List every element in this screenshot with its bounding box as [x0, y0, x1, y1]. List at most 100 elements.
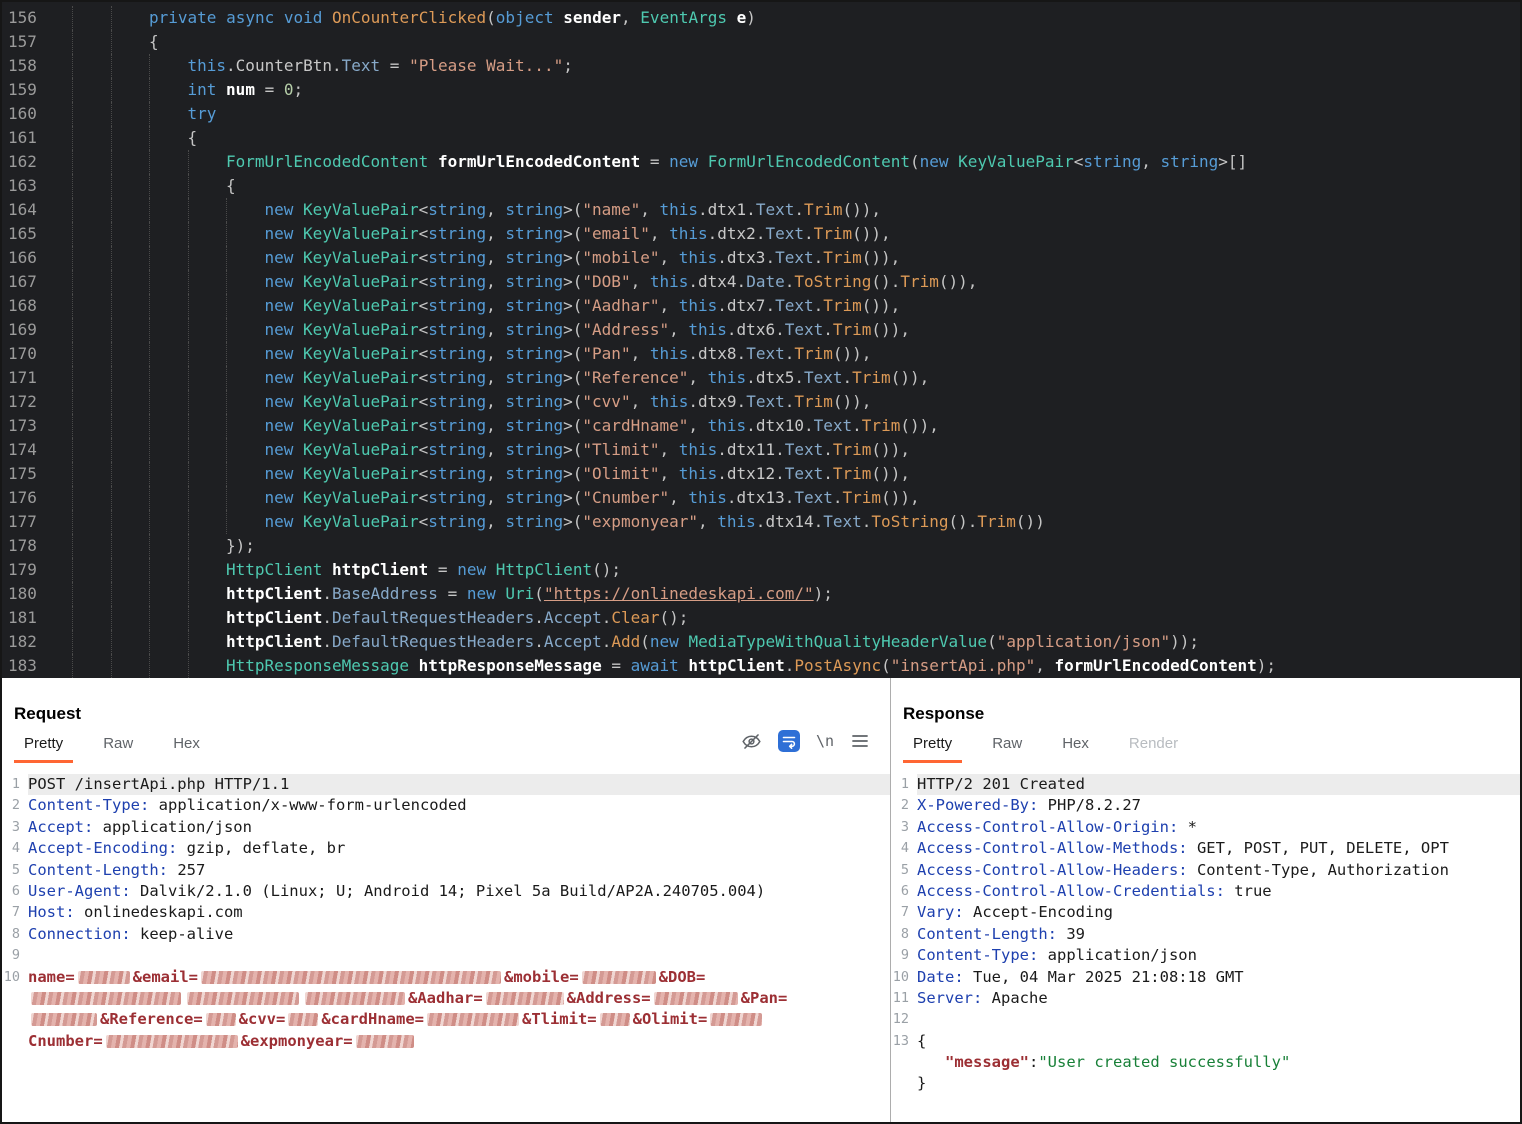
code-token: . [804, 222, 814, 246]
code-token: Text [814, 414, 853, 438]
code-token: this [188, 54, 227, 78]
code-token: , [486, 270, 505, 294]
http-line: 5Content-Length: 257 [2, 860, 890, 881]
code-token: ()), [852, 222, 891, 246]
tab-raw[interactable]: Raw [93, 732, 143, 763]
http-line-text: "message":"User created successfully" [917, 1052, 1520, 1073]
response-content[interactable]: 1HTTP/2 201 Created2X-Powered-By: PHP/8.… [891, 774, 1520, 1095]
request-content[interactable]: 1POST /insertApi.php HTTP/1.12Content-Ty… [2, 774, 890, 1052]
code-token: new [265, 294, 294, 318]
response-title: Response [891, 678, 1520, 724]
line-number: 157 [2, 30, 72, 54]
code-token: . [737, 342, 747, 366]
indent-guide [111, 270, 150, 294]
indent-guide [149, 342, 188, 366]
indent-guide [188, 342, 227, 366]
line-number: 3 [2, 817, 28, 838]
code-token: . [756, 222, 766, 246]
code-token: < [419, 198, 429, 222]
code-token: . [534, 606, 544, 630]
redacted-value [710, 1013, 762, 1026]
code-token: , [486, 486, 505, 510]
code-token: new [265, 462, 294, 486]
http-token: { [917, 1032, 926, 1050]
code-token: string [505, 198, 563, 222]
code-token: "name" [582, 198, 640, 222]
code-token: >( [563, 342, 582, 366]
code-line: 156private async void OnCounterClicked(o… [2, 6, 1520, 30]
http-token: POST /insertApi.php HTTP/1.1 [28, 775, 289, 793]
http-line: 7Host: onlinedeskapi.com [2, 902, 890, 923]
code-token: . [823, 318, 833, 342]
redacted-value [486, 992, 564, 1005]
line-number: 5 [891, 860, 917, 881]
code-token: this [679, 438, 718, 462]
wrap-toggle-icon[interactable] [778, 730, 800, 752]
http-token: &cvv= [239, 1010, 286, 1028]
http-line: 10name=&email=&mobile=&DOB= [2, 967, 890, 988]
indent-guide [149, 318, 188, 342]
code-token: HttpClient [226, 558, 322, 582]
code-token: . [737, 270, 747, 294]
code-token: DefaultRequestHeaders [332, 606, 534, 630]
http-line: &Reference=&cvv=&cardHname=&Tlimit=&Olim… [2, 1009, 890, 1030]
indent-guide [72, 78, 111, 102]
code-token: < [419, 342, 429, 366]
http-token: Content-Length: [917, 925, 1057, 943]
code-token: , [631, 342, 650, 366]
http-line-text: { [917, 1031, 1520, 1052]
tab-hex[interactable]: Hex [163, 732, 210, 763]
code-token: e [737, 6, 747, 30]
http-token: Server: [917, 989, 982, 1007]
code-token: Text [756, 198, 795, 222]
code-token: Trim [823, 246, 862, 270]
http-token: &expmonyear= [241, 1032, 353, 1050]
indent-guide [188, 270, 227, 294]
code-token: ); [814, 582, 833, 606]
redacted-value [654, 992, 738, 1005]
newline-toggle-icon[interactable]: \n [816, 732, 834, 750]
indent-guide [188, 294, 227, 318]
http-token: application/json [1038, 946, 1197, 964]
indent-guide [111, 558, 150, 582]
code-token: "Pan" [582, 342, 630, 366]
indent-guide [111, 198, 150, 222]
http-token: &Address= [567, 989, 651, 1007]
hide-eye-icon[interactable] [741, 731, 762, 752]
indent-guide [188, 630, 227, 654]
code-token: new [467, 582, 496, 606]
code-line: 178}); [2, 534, 1520, 558]
request-toolbar: \n [741, 730, 870, 752]
menu-icon[interactable] [850, 731, 870, 751]
tab-pretty[interactable]: Pretty [14, 732, 73, 763]
code-token: . [765, 294, 775, 318]
code-token: < [419, 366, 429, 390]
indent-guide [72, 6, 111, 30]
tab-raw[interactable]: Raw [982, 732, 1032, 763]
code-editor[interactable]: 156private async void OnCounterClicked(o… [2, 2, 1520, 678]
url-link[interactable]: "https://onlinedeskapi.com/" [544, 582, 814, 606]
code-token: dtx11 [727, 438, 775, 462]
line-number: 4 [2, 838, 28, 859]
tab-hex[interactable]: Hex [1052, 732, 1099, 763]
line-number [2, 1009, 28, 1030]
code-token: . [814, 294, 824, 318]
http-token: gzip, deflate, br [177, 839, 345, 857]
indent-guide [111, 54, 150, 78]
code-token: = [602, 654, 631, 678]
code-token: < [419, 462, 429, 486]
line-number: 166 [2, 246, 72, 270]
indent-guide [149, 150, 188, 174]
indent-guide [72, 294, 111, 318]
tab-pretty[interactable]: Pretty [903, 732, 962, 763]
indent-guide [188, 414, 227, 438]
code-token: this [679, 294, 718, 318]
code-token: Trim [814, 222, 853, 246]
http-line: 9Content-Type: application/json [891, 945, 1520, 966]
code-token [293, 414, 303, 438]
code-token: BaseAddress [332, 582, 438, 606]
code-token: dtx13 [737, 486, 785, 510]
code-lines: 156private async void OnCounterClicked(o… [2, 6, 1520, 678]
http-token: Tue, 04 Mar 2025 21:08:18 GMT [964, 968, 1244, 986]
indent-guide [72, 462, 111, 486]
